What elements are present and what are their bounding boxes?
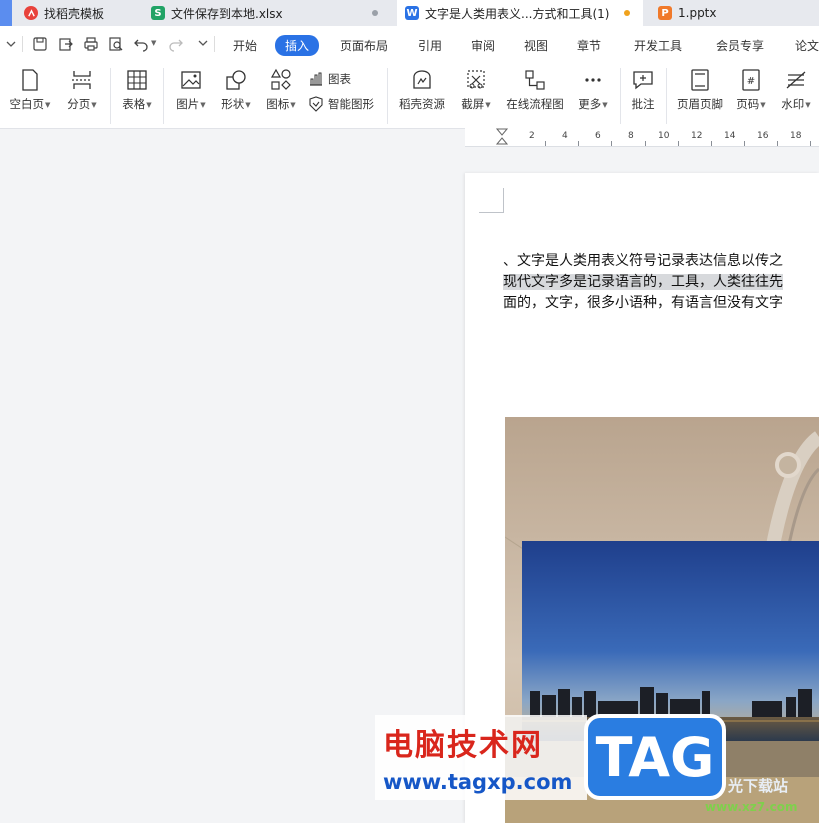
svg-text:#: # <box>747 76 755 87</box>
tab-pptx-file[interactable]: P 1.pptx <box>648 0 819 26</box>
menu-member[interactable]: 会员专享 <box>716 37 764 54</box>
save-icon[interactable] <box>32 36 48 52</box>
tab-label: 找稻壳模板 <box>44 6 105 21</box>
document-tab-bar: 找稻壳模板 S 文件保存到本地.xlsx W 文字是人类用表义...方式和工具(… <box>0 0 819 26</box>
undo-dropdown-icon[interactable]: ▼ <box>151 39 156 47</box>
customize-toolbar-icon[interactable] <box>195 36 211 52</box>
chevron-down-icon[interactable] <box>3 36 19 52</box>
divider <box>620 68 621 124</box>
text-selection[interactable]: 现代文字多是记录语言的，工具，人类往往先 <box>503 274 783 290</box>
tab-label: 文字是人类用表义...方式和工具(1) <box>425 6 610 21</box>
menu-review[interactable]: 审阅 <box>471 37 495 54</box>
tab-current-document[interactable]: W 文字是人类用表义...方式和工具(1) <box>397 0 643 26</box>
horizontal-ruler[interactable]: 2 4 6 8 10 12 14 16 18 <box>465 128 819 147</box>
header-footer-button[interactable]: 页眉页脚 <box>673 68 727 112</box>
print-preview-icon[interactable] <box>108 36 124 52</box>
divider <box>110 68 111 124</box>
flowchart-icon <box>525 70 545 90</box>
divider <box>163 68 164 124</box>
xz-watermark-url: www.xz7.com <box>705 800 798 814</box>
menu-page-layout[interactable]: 页面布局 <box>340 37 388 54</box>
blank-page-button[interactable]: 空白页▼ <box>6 68 54 112</box>
menu-references[interactable]: 引用 <box>418 37 442 54</box>
tab-unsaved-dot <box>372 10 378 16</box>
menu-developer[interactable]: 开发工具 <box>634 37 682 54</box>
xz-watermark: 光下载站 <box>728 777 789 795</box>
page-number-icon: # <box>742 69 760 91</box>
header-footer-icon <box>691 69 709 91</box>
presentation-icon: P <box>658 6 672 20</box>
redo-icon[interactable] <box>168 36 184 52</box>
writer-icon: W <box>405 6 419 20</box>
page-margin-corner <box>479 188 504 213</box>
icon-library-icon <box>270 68 291 90</box>
daoke-resources-icon <box>413 70 431 89</box>
menu-view[interactable]: 视图 <box>524 37 548 54</box>
divider <box>22 36 23 52</box>
paragraph-line[interactable]: 、文字是人类用表义符号记录表达信息以传之 <box>503 250 783 270</box>
menu-home[interactable]: 开始 <box>233 37 257 54</box>
divider <box>214 36 215 52</box>
more-button[interactable]: 更多▼ <box>574 68 612 112</box>
shape-icon <box>226 70 246 90</box>
blank-page-icon <box>22 69 38 91</box>
icons-button[interactable]: 图标▼ <box>262 68 300 112</box>
comment-icon <box>633 71 653 90</box>
tab-label: 1.pptx <box>678 6 717 20</box>
divider <box>387 68 388 124</box>
chart-icon <box>310 72 322 86</box>
smart-art-icon <box>309 96 323 112</box>
divider <box>666 68 667 124</box>
paragraph-line[interactable]: 面的，文字，很多小语种，有语言但没有文字 <box>503 292 783 312</box>
paragraph-line-selected[interactable]: 现代文字多是记录语言的，工具，人类往往先 <box>503 271 783 291</box>
more-icon <box>585 78 601 82</box>
picture-icon <box>181 71 201 89</box>
site-watermark-title: 电脑技术网 <box>383 728 543 763</box>
chart-button[interactable]: 图表 <box>308 71 351 87</box>
screenshot-button[interactable]: 截屏▼ <box>457 68 495 112</box>
watermark-button[interactable]: 水印▼ <box>776 68 816 112</box>
shape-button[interactable]: 形状▼ <box>217 68 255 112</box>
tab-label: 文件保存到本地.xlsx <box>171 6 283 21</box>
menu-sections[interactable]: 章节 <box>577 37 601 54</box>
daoke-logo-icon <box>24 6 38 20</box>
site-watermark-url: www.tagxp.com <box>383 770 573 794</box>
tab-xlsx-file[interactable]: S 文件保存到本地.xlsx <box>141 0 393 26</box>
scissors-icon <box>467 70 485 89</box>
insert-ribbon: 空白页▼ 分页▼ 表格▼ 图片▼ 形状▼ 图标▼ 图表 智能图形 稻壳资源 截屏… <box>0 62 819 129</box>
tab-daoke-templates[interactable]: 找稻壳模板 <box>16 0 138 26</box>
online-flowchart-button[interactable]: 在线流程图 <box>503 68 567 112</box>
page-break-icon <box>72 71 92 89</box>
comment-button[interactable]: 批注 <box>626 68 660 112</box>
export-icon[interactable] <box>58 36 74 52</box>
tab-bar-edge <box>0 0 12 26</box>
page-break-button[interactable]: 分页▼ <box>62 68 102 112</box>
indent-marker-icon[interactable] <box>496 128 508 146</box>
tab-modified-dot <box>624 10 630 16</box>
tag-logo: TAG <box>584 714 726 800</box>
table-button[interactable]: 表格▼ <box>118 68 156 112</box>
daoke-resources-button[interactable]: 稻壳资源 <box>394 68 450 112</box>
menu-thesis[interactable]: 论文 <box>795 37 819 54</box>
menu-insert[interactable]: 插入 <box>275 35 320 56</box>
page-number-button[interactable]: # 页码▼ <box>733 68 769 112</box>
picture-button[interactable]: 图片▼ <box>172 68 210 112</box>
spreadsheet-icon: S <box>151 6 165 20</box>
smart-art-button[interactable]: 智能图形 <box>308 96 374 112</box>
undo-icon[interactable] <box>133 36 149 52</box>
menu-bar: ▼ 开始 插入 页面布局 引用 审阅 视图 章节 开发工具 会员专享 论文 <box>0 26 819 62</box>
print-icon[interactable] <box>83 36 99 52</box>
table-icon <box>127 70 147 90</box>
watermark-icon <box>786 71 806 89</box>
inserted-photo-skyline[interactable] <box>522 541 819 741</box>
